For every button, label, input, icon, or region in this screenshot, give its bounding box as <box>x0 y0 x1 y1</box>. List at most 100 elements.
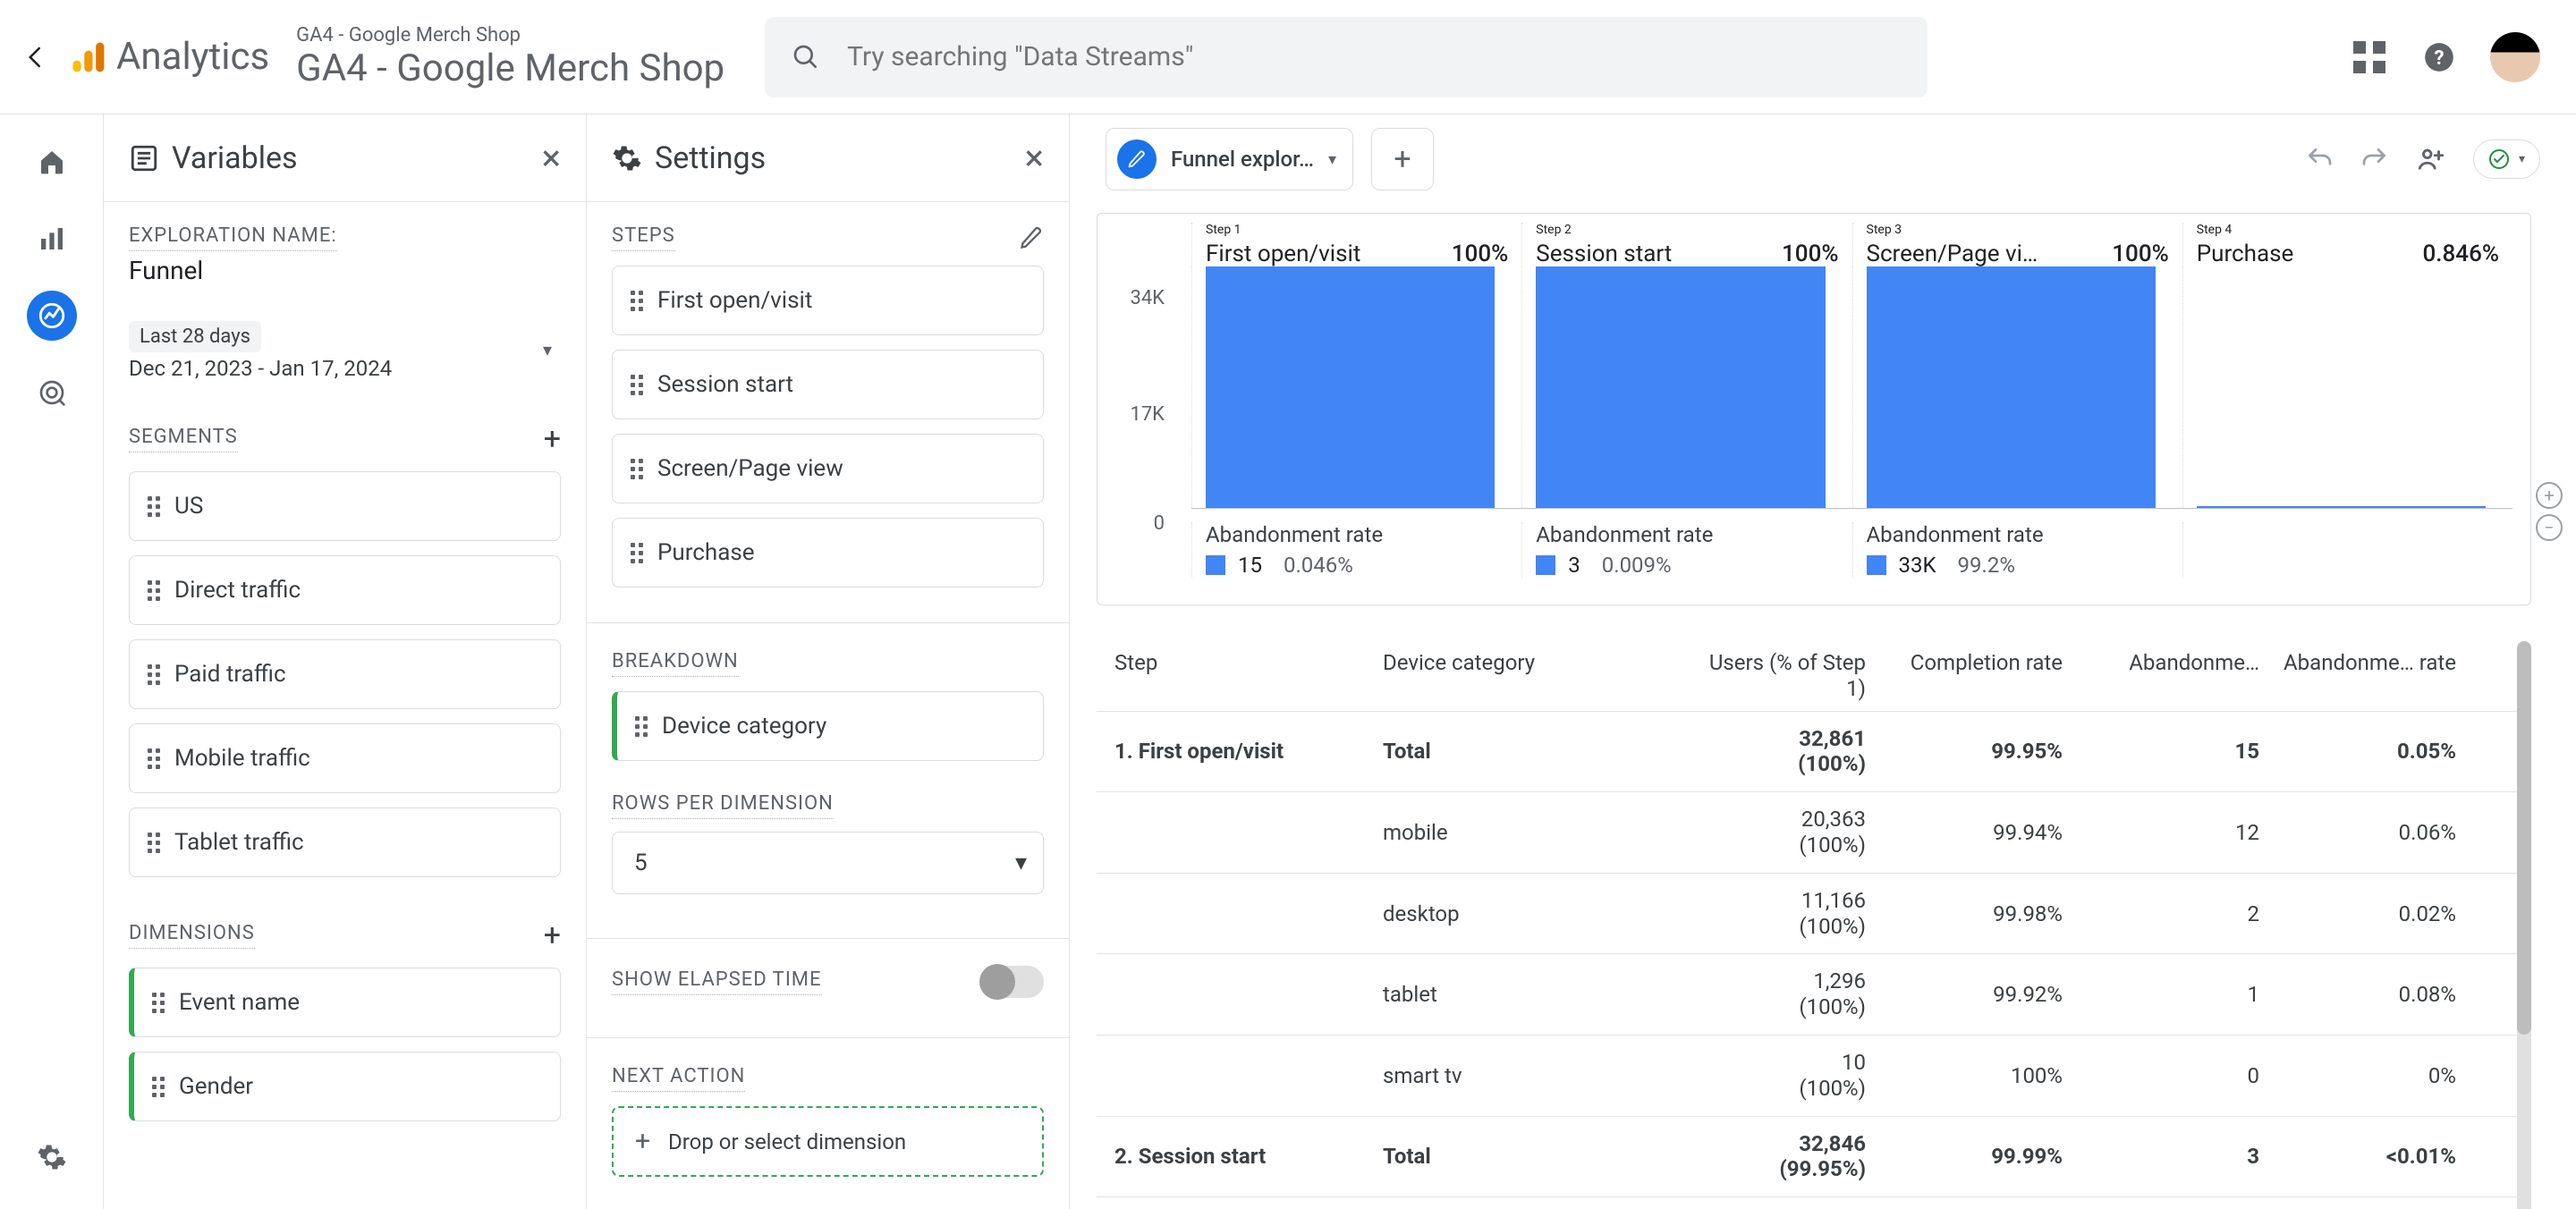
dimension-item[interactable]: Event name <box>129 968 561 1037</box>
tab-label: Funnel explor… <box>1171 147 1314 172</box>
variables-icon <box>129 143 159 173</box>
edit-steps-icon[interactable] <box>1019 225 1044 250</box>
settings-icon <box>612 143 642 173</box>
exploration-name-label: EXPLORATION NAME: <box>129 224 337 251</box>
nav-explore-icon[interactable] <box>27 291 77 341</box>
segment-item[interactable]: Direct traffic <box>129 555 561 625</box>
close-variables-icon[interactable]: × <box>542 137 561 179</box>
y-axis: 34K 17K 0 <box>1097 287 1174 573</box>
segment-item[interactable]: Paid traffic <box>129 639 561 709</box>
add-dimension-icon[interactable]: + <box>544 917 561 953</box>
rows-value: 5 <box>634 850 648 876</box>
nav-reports-icon[interactable] <box>27 214 77 264</box>
redo-icon[interactable] <box>2360 145 2389 173</box>
grip-icon <box>148 664 160 685</box>
rows-select[interactable]: 5 ▾ <box>612 832 1044 894</box>
tab-funnel[interactable]: Funnel explor… ▾ <box>1106 128 1353 190</box>
elapsed-label: SHOW ELAPSED TIME <box>612 968 822 995</box>
share-icon[interactable] <box>2416 144 2446 174</box>
close-settings-icon[interactable]: × <box>1025 137 1044 179</box>
add-tab-button[interactable]: + <box>1371 128 1434 190</box>
step-item[interactable]: First open/visit <box>612 266 1044 335</box>
chevron-down-icon: ▾ <box>2519 152 2525 166</box>
elapsed-toggle[interactable] <box>981 966 1044 998</box>
product-name: Analytics <box>116 35 269 79</box>
user-avatar[interactable] <box>2490 32 2540 82</box>
bar <box>1867 266 2156 508</box>
search-input[interactable] <box>847 41 1901 72</box>
segments-label: SEGMENTS <box>129 426 238 452</box>
bar <box>1536 266 1825 508</box>
grip-icon <box>631 375 643 395</box>
next-action-label: NEXT ACTION <box>612 1065 745 1092</box>
table-row[interactable]: desktop 11,166 (100%) 99.98% 2 0.02% <box>1097 873 2517 954</box>
search-icon <box>792 43 820 72</box>
zoom-out-icon[interactable]: − <box>2536 514 2563 541</box>
check-icon <box>2488 148 2510 170</box>
grip-icon <box>152 1077 165 1097</box>
apps-icon[interactable] <box>2351 38 2388 76</box>
svg-text:?: ? <box>2434 46 2444 69</box>
step-item[interactable]: Screen/Page view <box>612 434 1044 503</box>
segment-item[interactable]: Mobile traffic <box>129 723 561 793</box>
exploration-name[interactable]: Funnel <box>129 256 561 285</box>
grip-icon <box>148 496 160 517</box>
date-picker[interactable]: Last 28 days Dec 21, 2023 - Jan 17, 2024… <box>129 321 561 381</box>
bar <box>2197 506 2486 508</box>
chevron-down-icon: ▾ <box>1015 850 1027 876</box>
date-chip: Last 28 days <box>129 321 261 352</box>
legend-square-icon <box>1867 555 1886 575</box>
plus-icon: + <box>635 1126 650 1157</box>
table-row[interactable]: mobile 20,363 (100%) 99.94% 12 0.06% <box>1097 791 2517 873</box>
table-row[interactable]: smart tv 10 (100%) 100% 0 0% <box>1097 1035 2517 1116</box>
table-row[interactable]: 1. First open/visit Total 32,861 (100%) … <box>1097 711 2517 792</box>
nav-advertising-icon[interactable] <box>27 368 77 418</box>
table-header: Step Device category Users (% of Step 1)… <box>1097 641 2517 711</box>
search-box[interactable] <box>765 17 1928 97</box>
legend-square-icon <box>1206 555 1225 575</box>
dimensions-label: DIMENSIONS <box>129 922 255 949</box>
step-item[interactable]: Session start <box>612 350 1044 419</box>
back-button[interactable] <box>18 39 54 75</box>
settings-title: Settings <box>655 140 766 176</box>
grip-icon <box>631 291 643 311</box>
nav-admin-icon[interactable] <box>27 1132 77 1182</box>
bar <box>1206 266 1495 508</box>
next-action-dropzone[interactable]: + Drop or select dimension <box>612 1106 1044 1177</box>
ga-logo <box>68 38 107 77</box>
chevron-down-icon: ▾ <box>543 339 552 360</box>
table-row[interactable]: 2. Session start Total 32,846 (99.95%) 9… <box>1097 1116 2517 1197</box>
breakdown-item[interactable]: Device category <box>612 691 1044 761</box>
table-row[interactable]: tablet 1,296 (100%) 99.92% 1 0.08% <box>1097 953 2517 1035</box>
dropzone-text: Drop or select dimension <box>668 1129 906 1154</box>
rows-label: ROWS PER DIMENSION <box>612 792 834 819</box>
grip-icon <box>148 580 160 601</box>
nav-home-icon[interactable] <box>27 137 77 187</box>
status-pill[interactable]: ▾ <box>2473 140 2540 179</box>
dimension-item[interactable]: Gender <box>129 1052 561 1121</box>
undo-icon[interactable] <box>2305 145 2334 173</box>
grip-icon <box>148 748 160 769</box>
help-icon[interactable]: ? <box>2420 38 2458 76</box>
grip-icon <box>152 993 165 1013</box>
variables-title: Variables <box>172 140 298 176</box>
step-item[interactable]: Purchase <box>612 518 1044 588</box>
table-row[interactable]: mobile 20,351 (99.94%) <box>1097 1196 2517 1209</box>
zoom-in-icon[interactable]: + <box>2536 482 2563 509</box>
segment-item[interactable]: Tablet traffic <box>129 807 561 877</box>
steps-label: STEPS <box>612 224 675 251</box>
grip-icon <box>631 543 643 563</box>
segment-item[interactable]: US <box>129 471 561 541</box>
property-sub[interactable]: GA4 - Google Merch Shop <box>296 24 724 46</box>
add-segment-icon[interactable]: + <box>544 421 561 457</box>
table-scrollbar[interactable] <box>2517 641 2531 1209</box>
chevron-down-icon: ▾ <box>1328 150 1336 169</box>
grip-icon <box>148 833 160 853</box>
grip-icon <box>635 716 648 737</box>
date-range: Dec 21, 2023 - Jan 17, 2024 <box>129 356 561 381</box>
legend-square-icon <box>1536 555 1555 575</box>
breakdown-text: Device category <box>662 713 826 740</box>
property-title[interactable]: GA4 - Google Merch Shop <box>296 46 724 90</box>
funnel-chart: Step 1First open/visit100%Step 2Session … <box>1097 213 2531 605</box>
edit-tab-icon <box>1117 140 1157 179</box>
